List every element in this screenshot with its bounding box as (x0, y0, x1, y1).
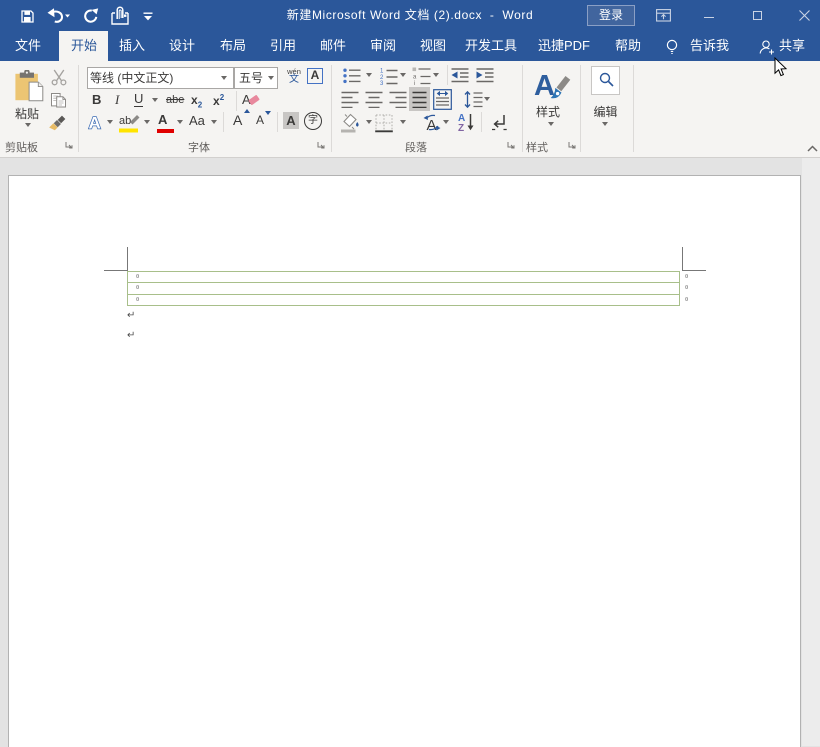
svg-text:a: a (413, 75, 417, 81)
svg-text:Z: Z (458, 123, 464, 132)
svg-text:ab: ab (119, 115, 131, 127)
svg-text:A: A (89, 114, 101, 131)
svg-text:i: i (414, 81, 415, 85)
svg-text:1: 1 (380, 69, 384, 75)
svg-text:3: 3 (380, 81, 384, 85)
svg-text:A: A (427, 117, 437, 133)
svg-text:A: A (534, 70, 555, 101)
